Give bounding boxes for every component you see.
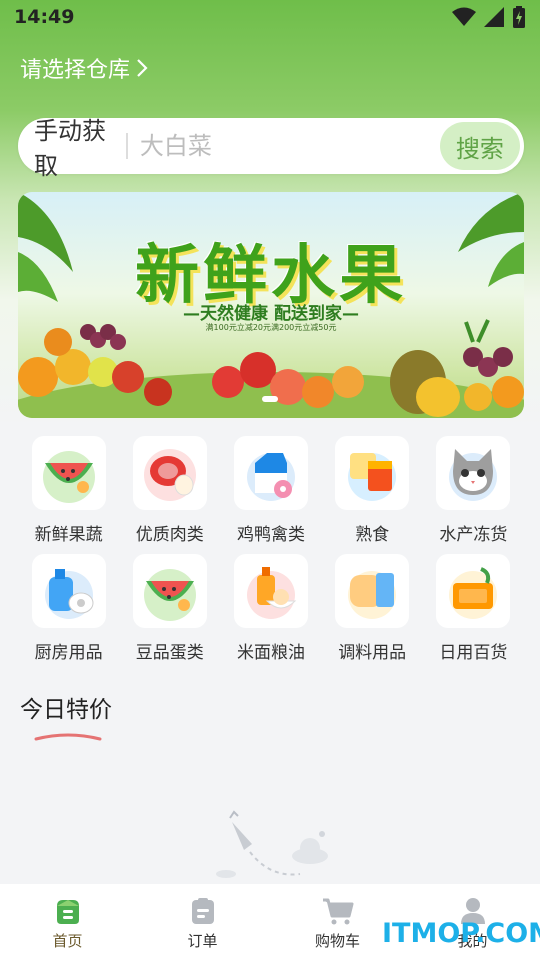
category-label: 新鲜果蔬 — [34, 525, 103, 545]
search-divider — [126, 133, 128, 159]
banner-subtitle: —天然健康 配送到家— — [183, 304, 359, 324]
category-item[interactable]: 米面粮油 — [220, 554, 321, 666]
title-underline — [34, 733, 102, 741]
basket-icon — [449, 567, 498, 619]
bread-icon — [348, 571, 397, 619]
category-item[interactable]: 厨房用品 — [18, 554, 119, 666]
category-label: 优质肉类 — [135, 525, 204, 545]
category-item[interactable]: 鸡鸭禽类 — [220, 436, 321, 548]
search-input[interactable] — [139, 132, 440, 160]
signal-icon — [484, 7, 504, 27]
category-item[interactable]: 调料用品 — [322, 554, 423, 666]
cart-icon — [322, 898, 353, 925]
category-label: 熟食 — [355, 525, 390, 545]
category-label: 鸡鸭禽类 — [236, 525, 305, 545]
banner-page-indicator — [262, 396, 278, 402]
cooked-food-icon — [348, 453, 397, 501]
category-item[interactable]: 熟食 — [322, 436, 423, 548]
order-icon — [191, 898, 214, 924]
special-section-title: 今日特价 — [20, 697, 112, 723]
meat-icon — [143, 449, 196, 501]
watermelon-icon — [143, 569, 196, 621]
detergent-icon — [44, 569, 94, 619]
empty-state-illustration — [216, 810, 328, 878]
status-icons — [452, 6, 526, 28]
category-label: 米面粮油 — [236, 643, 305, 663]
search-bar: 手动获取 搜索 — [18, 117, 524, 180]
wifi-icon — [452, 7, 476, 26]
tab-home[interactable]: 首页 — [0, 884, 135, 960]
status-time: 14:49 — [14, 6, 75, 28]
banner-promo-text: 满100元立减20元满200元立减50元 — [205, 323, 337, 332]
rice-oil-icon — [246, 567, 297, 619]
cat-icon — [449, 449, 498, 501]
status-bar: 14:49 — [0, 0, 540, 34]
warehouse-label: 请选择仓库 — [20, 58, 131, 83]
category-label: 豆品蛋类 — [135, 643, 204, 663]
category-label: 厨房用品 — [34, 643, 103, 663]
watermelon-icon — [42, 451, 95, 503]
tab-label: 购物车 — [314, 932, 360, 950]
category-item[interactable]: 水产冻货 — [423, 436, 524, 548]
warehouse-selector[interactable]: 请选择仓库 — [20, 52, 148, 84]
chevron-right-icon — [137, 59, 148, 77]
battery-icon — [513, 6, 525, 28]
category-grid: 新鲜果蔬 优质肉类 鸡鸭禽类 熟食 水产冻货 厨房用品 豆品蛋类 米面粮油 调料… — [18, 436, 524, 666]
category-item[interactable]: 日用百货 — [423, 554, 524, 666]
tab-label: 首页 — [52, 932, 83, 950]
promo-banner[interactable]: 新鲜水果 —天然健康 配送到家— 满100元立减20元满200元立减50元 — [18, 192, 524, 418]
home-icon — [56, 900, 79, 924]
category-item[interactable]: 新鲜果蔬 — [18, 436, 119, 548]
category-item[interactable]: 优质肉类 — [119, 436, 220, 548]
tab-orders[interactable]: 订单 — [135, 884, 270, 960]
tab-label: 订单 — [187, 932, 218, 950]
milk-carton-icon — [246, 453, 295, 501]
category-label: 水产冻货 — [439, 525, 508, 545]
search-button[interactable]: 搜索 — [439, 122, 521, 170]
category-label: 日用百货 — [439, 643, 508, 663]
watermark: ITMOP.COM — [382, 918, 540, 949]
category-label: 调料用品 — [338, 643, 407, 663]
search-mode-label[interactable]: 手动获取 — [18, 111, 114, 181]
category-item[interactable]: 豆品蛋类 — [119, 554, 220, 666]
